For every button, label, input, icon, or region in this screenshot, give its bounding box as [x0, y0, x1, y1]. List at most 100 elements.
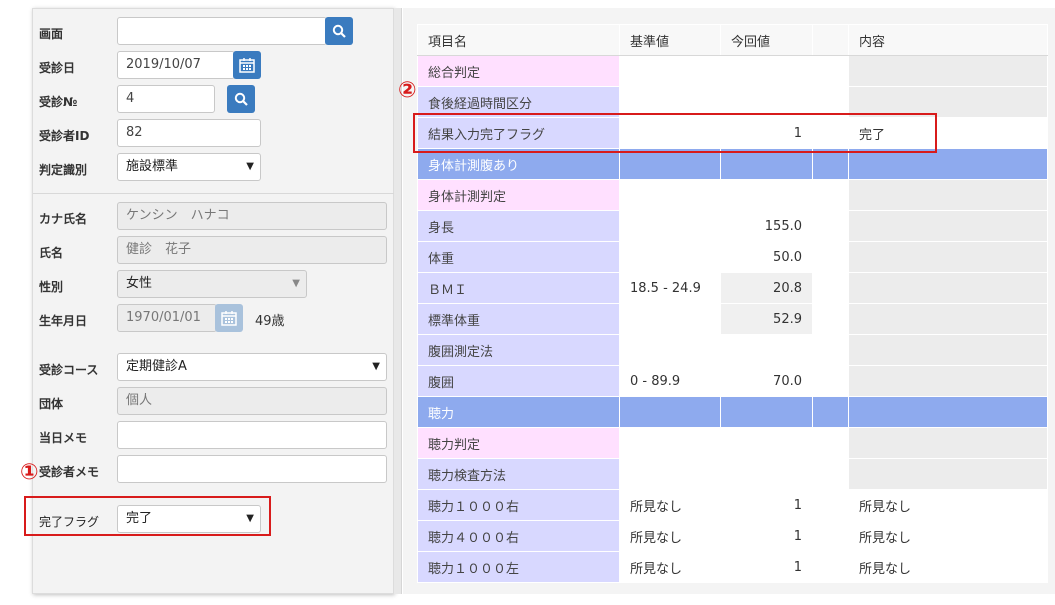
reference-cell: [619, 303, 721, 335]
reference-cell: [619, 334, 721, 366]
visit-date-input[interactable]: 2019/10/07: [117, 51, 235, 79]
course-select[interactable]: 定期健診A ▼: [117, 353, 387, 381]
visit-no-search-button[interactable]: [227, 85, 255, 113]
results-table: 項目名 基準値 今回値 内容 総合判定 食後経過時間区分 結果入力完了フラグ 1…: [417, 24, 1048, 583]
flag-cell: [812, 179, 849, 211]
content-cell: [848, 458, 1048, 490]
item-name-cell: ＢＭＩ: [417, 272, 620, 304]
annotation-box-1: [24, 496, 271, 536]
kana-name-label: カナ氏名: [39, 212, 88, 226]
birth-date-field: 1970/01/01: [117, 304, 217, 332]
item-name-cell: 体重: [417, 241, 620, 273]
sex-row: 性別 女性 ▼: [33, 270, 395, 300]
visit-no-row: 受診№ 4: [33, 85, 395, 115]
flag-cell: [812, 427, 849, 459]
content-cell: [848, 241, 1048, 273]
value-cell[interactable]: 1: [720, 551, 813, 583]
value-cell[interactable]: 50.0: [720, 241, 813, 273]
table-row[interactable]: 聴力１０００右 所見なし 1 所見なし: [417, 489, 1048, 521]
content-cell: 所見なし: [848, 489, 1048, 521]
value-cell[interactable]: 1: [720, 520, 813, 552]
reference-cell: 18.5 - 24.9: [619, 272, 721, 304]
patient-id-label: 受診者ID: [39, 129, 90, 143]
flag-cell: [812, 303, 849, 335]
column-header-item-name[interactable]: 項目名: [417, 24, 620, 56]
table-row[interactable]: 聴力１０００左 所見なし 1 所見なし: [417, 551, 1048, 583]
table-row[interactable]: 聴力４０００右 所見なし 1 所見なし: [417, 520, 1048, 552]
course-value: 定期健診A: [126, 359, 187, 374]
day-memo-row: 当日メモ: [33, 421, 395, 451]
reference-cell: 0 - 89.9: [619, 365, 721, 397]
content-cell: [848, 365, 1048, 397]
table-section-row[interactable]: 聴力: [417, 396, 1048, 428]
flag-cell: [812, 334, 849, 366]
kana-name-field: ケンシン ハナコ: [117, 202, 387, 230]
screen-input[interactable]: [117, 17, 327, 45]
content-cell: [848, 55, 1048, 87]
table-row[interactable]: 体重 50.0: [417, 241, 1048, 273]
group-label: 団体: [39, 397, 64, 411]
table-row[interactable]: 身体計測判定: [417, 179, 1048, 211]
value-cell[interactable]: 1: [720, 489, 813, 521]
content-cell: [848, 210, 1048, 242]
search-icon: [332, 24, 346, 38]
results-grid-panel: 項目名 基準値 今回値 内容 総合判定 食後経過時間区分 結果入力完了フラグ 1…: [403, 8, 1055, 594]
item-name-cell: 聴力４０００右: [417, 520, 620, 552]
item-name-cell: 聴力１０００左: [417, 551, 620, 583]
sex-select: 女性 ▼: [117, 270, 307, 298]
kana-name-row: カナ氏名 ケンシン ハナコ: [33, 202, 395, 232]
value-cell[interactable]: 70.0: [720, 365, 813, 397]
content-cell: [848, 148, 1048, 180]
table-row[interactable]: ＢＭＩ 18.5 - 24.9 20.8: [417, 272, 1048, 304]
value-cell[interactable]: [720, 427, 813, 459]
visit-date-label: 受診日: [39, 61, 76, 75]
screen-search-button[interactable]: [325, 17, 353, 45]
group-row: 団体 個人: [33, 387, 395, 417]
table-row[interactable]: 標準体重 52.9: [417, 303, 1048, 335]
table-row[interactable]: 腹囲 0 - 89.9 70.0: [417, 365, 1048, 397]
value-cell[interactable]: [720, 179, 813, 211]
flag-cell: [812, 520, 849, 552]
value-cell: 52.9: [720, 303, 813, 335]
item-name-cell: 聴力: [417, 396, 620, 428]
sex-label: 性別: [39, 280, 64, 294]
column-header-current-value[interactable]: 今回値: [720, 24, 813, 56]
table-row[interactable]: 総合判定: [417, 55, 1048, 87]
reference-cell: [619, 458, 721, 490]
content-cell: [848, 396, 1048, 428]
reference-cell: [619, 210, 721, 242]
reference-cell: [619, 396, 721, 428]
flag-cell: [812, 210, 849, 242]
judge-type-value: 施設標準: [126, 159, 179, 174]
table-row[interactable]: 腹囲測定法: [417, 334, 1048, 366]
sex-value: 女性: [126, 276, 153, 291]
visit-no-input[interactable]: 4: [117, 85, 215, 113]
name-row: 氏名 健診 花子: [33, 236, 395, 266]
column-header-flag[interactable]: [812, 24, 849, 56]
table-row[interactable]: 聴力検査方法: [417, 458, 1048, 490]
table-row[interactable]: 聴力判定: [417, 427, 1048, 459]
value-cell[interactable]: [720, 458, 813, 490]
patient-id-input[interactable]: 82: [117, 119, 261, 147]
value-cell[interactable]: 155.0: [720, 210, 813, 242]
judge-type-label: 判定識別: [39, 163, 88, 177]
patient-memo-row: 受診者メモ: [33, 455, 395, 485]
dropdown-arrow-icon: ▼: [372, 361, 380, 372]
table-section-row[interactable]: 身体計測腹あり: [417, 148, 1048, 180]
value-cell[interactable]: [720, 334, 813, 366]
column-header-reference[interactable]: 基準値: [619, 24, 721, 56]
reference-cell: [619, 241, 721, 273]
content-cell: [848, 272, 1048, 304]
judge-type-select[interactable]: 施設標準 ▼: [117, 153, 261, 181]
search-icon: [234, 92, 248, 106]
birth-date-calendar-button: [215, 304, 243, 332]
visit-date-calendar-button[interactable]: [233, 51, 261, 79]
group-field: 個人: [117, 387, 387, 415]
patient-memo-input[interactable]: [117, 455, 387, 483]
content-cell: 所見なし: [848, 520, 1048, 552]
value-cell[interactable]: [720, 55, 813, 87]
table-row[interactable]: 身長 155.0: [417, 210, 1048, 242]
day-memo-input[interactable]: [117, 421, 387, 449]
flag-cell: [812, 396, 849, 428]
column-header-content[interactable]: 内容: [848, 24, 1048, 56]
